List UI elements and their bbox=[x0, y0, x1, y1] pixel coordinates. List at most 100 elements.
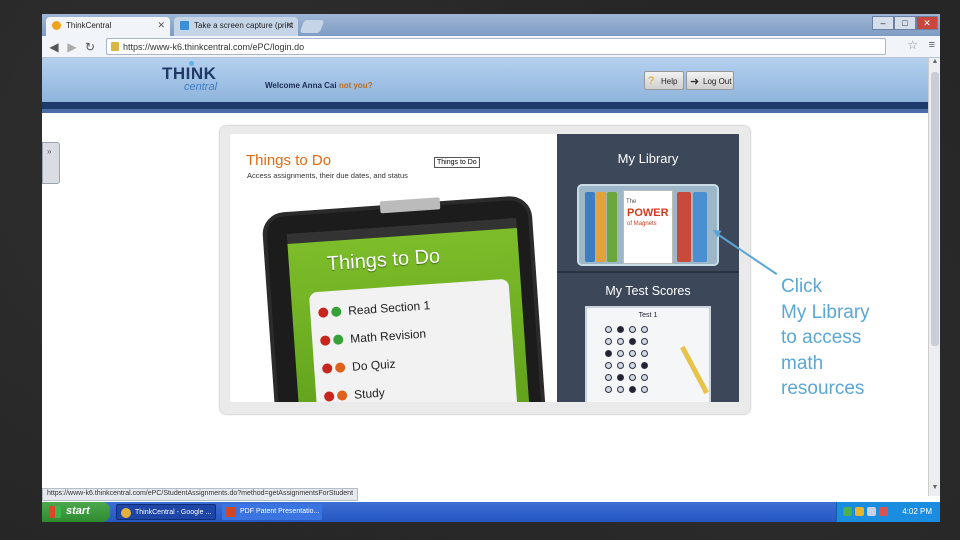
no-entry-icon bbox=[323, 391, 335, 402]
test-score-sheet[interactable]: Test 1 bbox=[585, 306, 711, 402]
things-to-do-description: Access assignments, their due dates, and… bbox=[247, 171, 408, 180]
things-to-do-tile[interactable]: Things to Do Access assignments, their d… bbox=[230, 134, 557, 402]
answer-bubble-row bbox=[605, 338, 695, 346]
page-scrollbar[interactable]: ▲ ▼ bbox=[928, 58, 940, 496]
no-entry-icon bbox=[319, 335, 331, 346]
callout-line: resources bbox=[781, 378, 865, 399]
my-library-title[interactable]: My Library bbox=[557, 151, 739, 166]
answer-bubble-row bbox=[605, 362, 695, 370]
tablet-notch bbox=[379, 197, 441, 214]
task-label: Math Revision bbox=[349, 326, 427, 346]
logout-arrow-icon: ➜ bbox=[690, 76, 700, 88]
help-button[interactable]: ? Help bbox=[644, 71, 684, 90]
book-spine bbox=[693, 192, 707, 262]
list-item: Do Quiz bbox=[321, 347, 513, 380]
task-label: Study bbox=[353, 385, 386, 402]
new-tab-button[interactable] bbox=[299, 20, 325, 33]
callout-line: My Library bbox=[781, 301, 870, 323]
library-column: My Library The POWER of Magnets My Test … bbox=[557, 134, 739, 402]
log-out-button[interactable]: ➜ Log Out bbox=[686, 71, 734, 90]
status-dot-icon bbox=[332, 334, 344, 346]
task-label: Do Quiz bbox=[351, 356, 396, 374]
back-arrow-icon[interactable]: ◀ bbox=[46, 39, 62, 55]
power-of-magnets-book[interactable]: The POWER of Magnets bbox=[623, 190, 673, 264]
header-stripe bbox=[42, 102, 928, 109]
taskbar-item-chrome[interactable]: ThinkCentral - Google ... bbox=[116, 504, 216, 520]
divider bbox=[557, 271, 739, 273]
tab-label: Take a screen capture (print bbox=[194, 21, 294, 30]
logout-label: Log Out bbox=[703, 77, 732, 86]
answer-bubble-row bbox=[605, 386, 695, 394]
answer-bubble-row bbox=[605, 374, 695, 382]
callout-line: to access bbox=[781, 327, 862, 348]
tablet-screen: Things to Do Read Section 1 Math Revisio… bbox=[287, 227, 533, 402]
network-icon[interactable] bbox=[843, 507, 852, 516]
lock-icon bbox=[111, 42, 119, 51]
welcome-text: Welcome Anna Cai bbox=[265, 81, 337, 90]
side-panel-toggle[interactable]: » bbox=[42, 142, 60, 184]
page-favicon-icon bbox=[180, 21, 189, 30]
close-tab-icon[interactable]: ✕ bbox=[157, 20, 165, 31]
browser-window: ThinkCentral ✕ Take a screen capture (pr… bbox=[42, 14, 940, 522]
tablet-illustration: Things to Do Read Section 1 Math Revisio… bbox=[261, 194, 549, 402]
status-dot-icon bbox=[336, 390, 348, 401]
task-list: Read Section 1 Math Revision Do Quiz Stu… bbox=[308, 278, 522, 402]
scrollbar-thumb[interactable] bbox=[931, 72, 939, 346]
close-tab-icon[interactable]: ✕ bbox=[285, 20, 293, 31]
taskbar-item-label: ThinkCentral - Google ... bbox=[135, 509, 212, 516]
my-library-bookshelf[interactable]: The POWER of Magnets bbox=[577, 184, 719, 266]
book-spine bbox=[677, 192, 691, 262]
test-label: Test 1 bbox=[638, 312, 658, 319]
start-button[interactable]: start bbox=[42, 502, 110, 522]
tab-thinkcentral[interactable]: ThinkCentral ✕ bbox=[46, 17, 170, 36]
minimize-button[interactable]: – bbox=[872, 16, 894, 30]
windows-taskbar: start ThinkCentral - Google ... PDF Pate… bbox=[42, 502, 940, 522]
help-question-icon: ? bbox=[648, 75, 655, 87]
callout-text: Click My Library to access math resource… bbox=[781, 274, 921, 402]
close-window-button[interactable]: ✕ bbox=[916, 16, 938, 30]
start-label: start bbox=[66, 505, 90, 517]
menu-icon[interactable]: ≡ bbox=[929, 39, 935, 51]
not-you-link[interactable]: not you? bbox=[339, 81, 373, 90]
reload-icon[interactable]: ↻ bbox=[82, 39, 98, 55]
welcome-message: Welcome Anna Cai not you? bbox=[265, 81, 373, 90]
tab-screen-capture[interactable]: Take a screen capture (print ✕ bbox=[174, 17, 298, 36]
maximize-button[interactable]: □ bbox=[894, 16, 916, 30]
book-spine bbox=[596, 192, 606, 262]
logo-sub-text: central bbox=[184, 81, 218, 93]
callout-line: math bbox=[781, 352, 824, 374]
list-item: Study bbox=[323, 375, 515, 402]
my-test-scores-title[interactable]: My Test Scores bbox=[557, 284, 739, 298]
status-bar-url: https://www-k6.thinkcentral.com/ePC/Stud… bbox=[42, 488, 359, 501]
thinkcentral-logo[interactable]: THINK central bbox=[162, 61, 230, 94]
help-label: Help bbox=[661, 77, 678, 86]
scroll-down-arrow-icon[interactable]: ▼ bbox=[929, 484, 940, 496]
answer-bubble-row bbox=[605, 326, 695, 334]
things-to-do-title: Things to Do bbox=[246, 152, 332, 169]
list-item: Math Revision bbox=[319, 319, 511, 352]
security-shield-icon[interactable] bbox=[855, 507, 864, 516]
book-title-top: The bbox=[626, 199, 637, 205]
book-spine bbox=[607, 192, 617, 262]
taskbar-item-powerpoint[interactable]: PDF Patent Presentatio... bbox=[222, 504, 322, 520]
book-title-sub: of Magnets bbox=[627, 221, 657, 227]
windows-flag-icon bbox=[49, 506, 61, 518]
status-dot-icon bbox=[334, 362, 346, 373]
forward-arrow-icon[interactable]: ▶ bbox=[64, 39, 80, 55]
powerpoint-icon bbox=[226, 507, 236, 517]
no-entry-icon bbox=[317, 307, 329, 318]
double-chevron-right-icon: » bbox=[47, 147, 52, 156]
callout-line: Click bbox=[781, 276, 823, 297]
volume-icon[interactable] bbox=[867, 507, 876, 516]
system-tray: 4:02 PM bbox=[836, 502, 940, 522]
dashboard-panel: Things to Do Access assignments, their d… bbox=[220, 126, 750, 414]
scroll-up-arrow-icon[interactable]: ▲ bbox=[929, 58, 940, 70]
clock: 4:02 PM bbox=[902, 507, 932, 516]
tab-label: ThinkCentral bbox=[66, 21, 112, 30]
bookmark-star-icon[interactable]: ☆ bbox=[907, 38, 918, 52]
status-dot-icon bbox=[330, 306, 342, 318]
address-bar[interactable]: https://www-k6.thinkcentral.com/ePC/logi… bbox=[106, 38, 886, 55]
browser-toolbar: ◀ ▶ ↻ https://www-k6.thinkcentral.com/eP… bbox=[42, 36, 940, 58]
alert-icon[interactable] bbox=[879, 507, 888, 516]
no-entry-icon bbox=[321, 363, 333, 374]
